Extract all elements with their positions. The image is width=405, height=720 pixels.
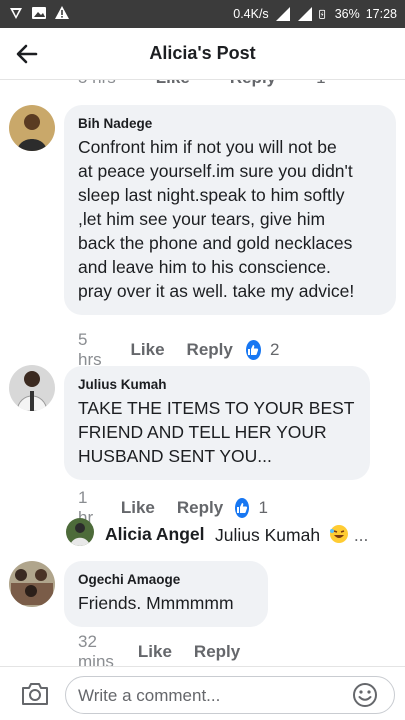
signal-icon [275,7,290,21]
gallery-icon [32,7,46,19]
comment-time: 5 hrs [78,80,116,88]
comment-time: 5 hrs [78,330,102,369]
comment-actions: 5 hrs Like Reply 2 [78,330,279,370]
comment-bubble[interactable]: Julius Kumah TAKE THE ITEMS TO YOUR BEST… [64,366,370,480]
like-button[interactable]: Like [121,498,155,518]
emoji-smile-icon[interactable] [352,682,378,708]
comment-bubble[interactable]: Bih Nadege Confront him if not you will … [64,105,396,315]
reply-text: Julius Kumah ... [215,524,368,546]
reaction-count[interactable]: 2 [270,340,279,360]
like-button[interactable]: Like [131,340,165,360]
like-button[interactable]: Like [138,642,172,662]
avatar[interactable] [9,105,55,151]
page-title: Alicia's Post [149,43,256,63]
camera-icon[interactable] [20,681,50,707]
warning-icon [55,6,69,19]
avatar[interactable] [9,365,55,411]
comment-text: Friends. Mmmmmm [78,593,234,613]
comment-text: Confront him if not you will not be at p… [78,137,355,301]
reply-button[interactable]: Reply [230,80,276,88]
reply-button[interactable]: Reply [187,340,233,360]
reply-preview[interactable]: Alicia Angel Julius Kumah ... [66,518,396,550]
reaction-count[interactable]: 1 [258,498,267,518]
previous-comment-actions: 5 hrs Like Reply 1 [76,80,396,90]
like-reaction-icon[interactable] [245,340,261,360]
reply-button[interactable]: Reply [194,642,240,662]
like-reaction-icon[interactable] [235,498,250,518]
vpn-shield-icon [10,8,22,19]
comment-bubble[interactable]: Ogechi Amaoge Friends. Mmmmmm [64,561,268,627]
comment-composer: Write a comment... [0,666,405,720]
reply-ellipsis: ... [353,525,369,545]
laughing-emoji-icon [329,525,348,543]
comment-author[interactable]: Bih Nadege [78,116,382,131]
clock: 17:28 [365,7,397,21]
post-header: Alicia's Post [0,28,405,80]
reply-mention: Julius Kumah [215,525,321,545]
comment-author[interactable]: Ogechi Amaoge [78,572,254,587]
battery-level: 36% [334,7,360,21]
comment-text: TAKE THE ITEMS TO YOUR BEST FRIEND AND T… [78,398,355,466]
network-speed: 0.4K/s [233,7,269,21]
signal-4g-icon [297,7,312,21]
reply-button[interactable]: Reply [177,498,223,518]
comment-author[interactable]: Julius Kumah [78,377,356,392]
status-bar: 0.4K/s 36% 17:28 [0,0,405,28]
avatar[interactable] [66,518,94,546]
avatar[interactable] [9,561,55,607]
battery-charging-icon [318,9,325,19]
reaction-count: 1 [316,80,325,88]
reply-author[interactable]: Alicia Angel [105,524,205,545]
like-button[interactable]: Like [156,80,190,88]
comment-input[interactable]: Write a comment... [65,676,395,714]
